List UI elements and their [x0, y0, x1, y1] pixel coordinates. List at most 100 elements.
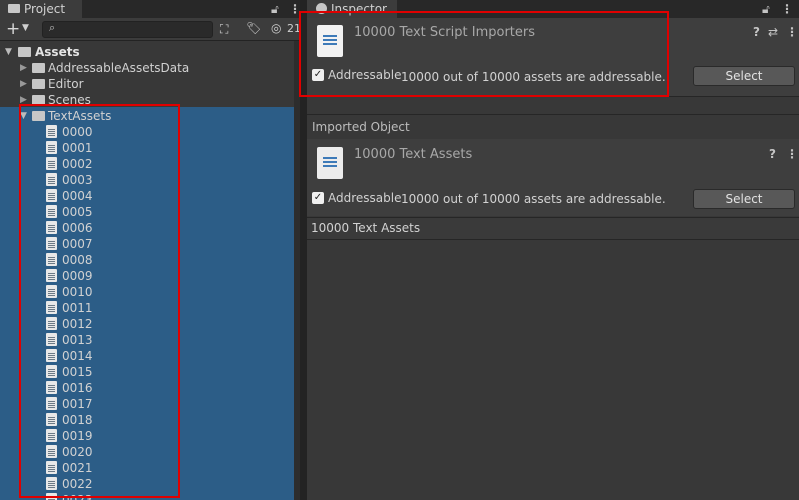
- foldout-open-icon[interactable]: ▼: [5, 44, 12, 60]
- foldout-closed-icon[interactable]: ▶: [20, 60, 27, 76]
- importer-header: 10000 Text Script Importers ? ⇄ ⋮ ✓ Addr…: [307, 18, 799, 97]
- project-tree: ▼ Assets ▶ AddressableAssetsData ▶ Edito…: [0, 41, 294, 500]
- tree-item-file[interactable]: 0002: [0, 156, 294, 172]
- text-file-icon: [46, 205, 57, 218]
- preset-icon[interactable]: ⇄: [768, 25, 778, 39]
- text-file-icon: [46, 285, 57, 298]
- preview-header: 10000 Text Assets: [307, 217, 799, 240]
- search-icon: ⌕: [49, 21, 56, 34]
- tree-item-label: 0023: [62, 493, 93, 500]
- foldout-closed-icon[interactable]: ▶: [20, 76, 27, 92]
- tab-inspector-label: Inspector: [331, 2, 387, 16]
- tree-item-assets[interactable]: ▼ Assets: [0, 44, 294, 60]
- addressable-label: Addressable: [328, 191, 402, 205]
- chevron-down-icon[interactable]: ▼: [22, 23, 29, 33]
- kebab-menu-icon[interactable]: ⋮: [781, 2, 793, 16]
- tree-item-file[interactable]: 0008: [0, 252, 294, 268]
- folder-open-icon: [18, 47, 31, 57]
- tree-item-file[interactable]: 0022: [0, 476, 294, 492]
- inspector-panel: Inspector 🔓︎ ⋮ 10000 Text Script Importe…: [307, 0, 799, 500]
- text-file-icon: [46, 237, 57, 250]
- tree-item-file[interactable]: 0021: [0, 460, 294, 476]
- tree-item-file[interactable]: 0007: [0, 236, 294, 252]
- tree-item-file[interactable]: 0023: [0, 492, 294, 500]
- tree-item-file[interactable]: 0014: [0, 348, 294, 364]
- text-file-icon: [46, 429, 57, 442]
- tree-item-file[interactable]: 0001: [0, 140, 294, 156]
- tree-item-label: 0006: [62, 221, 93, 235]
- tree-item-file[interactable]: 0012: [0, 316, 294, 332]
- lock-icon[interactable]: 🔓︎: [271, 2, 279, 16]
- text-file-icon: [46, 301, 57, 314]
- tree-item-label: 0017: [62, 397, 93, 411]
- select-button[interactable]: Select: [693, 189, 795, 209]
- tree-item-label: 0018: [62, 413, 93, 427]
- tree-item-file[interactable]: 0010: [0, 284, 294, 300]
- asset-title: 10000 Text Assets: [354, 147, 473, 162]
- foldout-open-icon[interactable]: ▼: [20, 108, 27, 124]
- tree-item-file[interactable]: 0003: [0, 172, 294, 188]
- tree-item-file[interactable]: 0016: [0, 380, 294, 396]
- lock-icon[interactable]: 🔓︎: [762, 2, 770, 16]
- create-plus-icon[interactable]: +: [6, 19, 20, 39]
- tree-item-file[interactable]: 0015: [0, 364, 294, 380]
- kebab-menu-icon[interactable]: ⋮: [786, 147, 798, 161]
- imported-object-section: Imported Object: [307, 114, 799, 140]
- text-file-icon: [46, 493, 57, 500]
- foldout-closed-icon[interactable]: ▶: [20, 92, 27, 108]
- tree-item-file[interactable]: 0017: [0, 396, 294, 412]
- tree-item-textassets[interactable]: ▼ TextAssets: [0, 108, 294, 124]
- tree-item-file[interactable]: 0019: [0, 428, 294, 444]
- hidden-packages-icon[interactable]: ◎: [271, 21, 281, 35]
- tree-item-folder[interactable]: ▶ Editor: [0, 76, 294, 92]
- text-file-icon: [46, 221, 57, 234]
- tree-item-label: 0008: [62, 253, 93, 267]
- text-file-icon: [46, 125, 57, 138]
- tab-project[interactable]: Project: [0, 0, 82, 18]
- filter-by-label-icon[interactable]: 🏷︎: [246, 21, 261, 35]
- text-file-icon: [46, 173, 57, 186]
- tree-item-file[interactable]: 0018: [0, 412, 294, 428]
- asset-header: 10000 Text Assets ? ⋮ ✓ Addressable 1000…: [307, 139, 799, 216]
- panel-divider[interactable]: [300, 0, 307, 500]
- tree-item-label: 0012: [62, 317, 93, 331]
- select-button[interactable]: Select: [693, 66, 795, 86]
- help-icon[interactable]: ?: [769, 147, 776, 161]
- tree-item-file[interactable]: 0011: [0, 300, 294, 316]
- tree-item-label: 0019: [62, 429, 93, 443]
- addressable-checkbox[interactable]: ✓: [312, 69, 324, 81]
- tree-item-label: 0002: [62, 157, 93, 171]
- addressable-status: 10000 out of 10000 assets are addressabl…: [401, 70, 666, 84]
- tree-item-folder[interactable]: ▶ Scenes: [0, 92, 294, 108]
- tree-item-file[interactable]: 0013: [0, 332, 294, 348]
- addressable-checkbox[interactable]: ✓: [312, 192, 324, 204]
- text-file-icon: [46, 445, 57, 458]
- tree-item-file[interactable]: 0004: [0, 188, 294, 204]
- tree-item-label: 0020: [62, 445, 93, 459]
- kebab-menu-icon[interactable]: ⋮: [786, 25, 798, 39]
- tree-item-folder[interactable]: ▶ AddressableAssetsData: [0, 60, 294, 76]
- info-icon: [316, 3, 327, 14]
- tree-item-file[interactable]: 0020: [0, 444, 294, 460]
- project-panel: Project 🔓︎ ⋮ + ▼ ⌕ ⛶ 🏷︎ ◎ 21 ▼ Assets ▶ …: [0, 0, 300, 500]
- tree-item-file[interactable]: 0000: [0, 124, 294, 140]
- tree-item-label: 0010: [62, 285, 93, 299]
- filter-by-type-icon[interactable]: ⛶: [220, 22, 228, 37]
- tree-item-file[interactable]: 0005: [0, 204, 294, 220]
- text-asset-icon: [317, 147, 343, 179]
- tree-item-file[interactable]: 0006: [0, 220, 294, 236]
- folder-icon: [32, 63, 45, 73]
- help-icon[interactable]: ?: [753, 25, 760, 39]
- tree-item-file[interactable]: 0009: [0, 268, 294, 284]
- kebab-menu-icon[interactable]: ⋮: [289, 2, 300, 16]
- text-script-icon: [317, 25, 343, 57]
- text-file-icon: [46, 269, 57, 282]
- tree-item-label: 0011: [62, 301, 93, 315]
- addressable-label: Addressable: [328, 68, 402, 82]
- tree-item-label: 0022: [62, 477, 93, 491]
- tree-item-label: 0005: [62, 205, 93, 219]
- tab-project-label: Project: [24, 2, 66, 16]
- importer-title: 10000 Text Script Importers: [354, 25, 536, 40]
- tab-inspector[interactable]: Inspector: [307, 0, 397, 18]
- search-input[interactable]: ⌕: [42, 21, 213, 38]
